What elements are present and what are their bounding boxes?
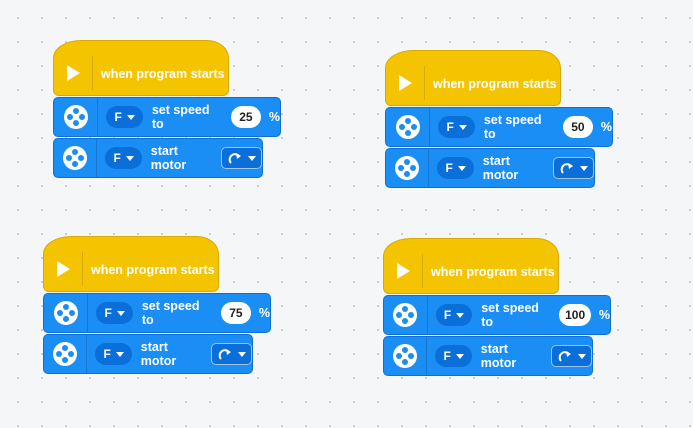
chevron-down-icon [579,165,588,171]
set-speed-block[interactable]: F set speed to 50 % [385,107,613,147]
set-speed-label: set speed to [483,113,542,141]
port-dropdown[interactable]: F [437,157,474,179]
speed-value-input[interactable]: 50 [562,116,593,138]
speed-value-input[interactable]: 25 [230,106,261,128]
motor-icon [53,342,78,366]
chevron-down-icon [126,114,135,120]
set-speed-block[interactable]: F set speed to 25 % [53,97,281,137]
play-icon [44,252,83,286]
port-dropdown[interactable]: F [106,106,143,128]
play-icon [386,66,425,100]
play-icon [384,254,423,288]
chevron-down-icon [247,155,256,161]
start-motor-block[interactable]: F start motor [43,334,253,374]
port-dropdown[interactable]: F [435,304,473,326]
port-dropdown[interactable]: F [96,302,133,324]
chevron-down-icon [115,351,124,357]
chevron-down-icon [457,165,466,171]
block-stack[interactable]: when program starts F set speed to 75 % … [43,236,283,374]
start-motor-block[interactable]: F start motor [53,138,263,178]
hat-label: when program starts [431,265,555,279]
motor-icon [63,105,88,129]
port-dropdown[interactable]: F [438,116,475,138]
chevron-down-icon [116,310,125,316]
port-dropdown[interactable]: F [95,343,132,365]
set-speed-block[interactable]: F set speed to 75 % [43,293,271,333]
direction-dropdown[interactable] [551,345,592,367]
direction-dropdown[interactable] [211,343,252,365]
motor-icon [393,344,418,368]
set-speed-label: set speed to [151,103,210,131]
motor-icon [395,115,420,139]
chevron-down-icon [125,155,134,161]
chevron-down-icon [455,353,464,359]
percent-unit: % [598,308,610,322]
port-dropdown[interactable]: F [435,345,472,367]
direction-dropdown[interactable] [553,157,594,179]
clockwise-arrow-icon [218,349,231,360]
clockwise-arrow-icon [228,153,241,164]
motor-icon [395,156,420,180]
when-program-starts-block[interactable]: when program starts [385,50,561,106]
hat-label: when program starts [91,263,215,277]
start-motor-label: start motor [150,144,187,172]
motor-icon [393,303,418,327]
set-speed-block[interactable]: F set speed to 100 % [383,295,611,335]
percent-unit: % [268,110,280,124]
percent-unit: % [600,120,612,134]
block-stack[interactable]: when program starts F set speed to 25 % … [53,40,293,178]
start-motor-label: start motor [480,342,517,370]
hat-label: when program starts [433,77,557,91]
when-program-starts-block[interactable]: when program starts [43,236,219,292]
clockwise-arrow-icon [560,163,573,174]
start-motor-label: start motor [140,340,177,368]
start-motor-block[interactable]: F start motor [383,336,593,376]
set-speed-label: set speed to [481,301,539,329]
motor-icon [53,301,78,325]
start-motor-label: start motor [482,154,519,182]
motor-icon [63,146,88,170]
block-stack[interactable]: when program starts F set speed to 50 % … [385,50,625,188]
code-canvas[interactable]: when program starts F set speed to 25 % … [0,0,693,428]
hat-label: when program starts [101,67,225,81]
start-motor-block[interactable]: F start motor [385,148,595,188]
direction-dropdown[interactable] [221,147,262,169]
chevron-down-icon [577,353,586,359]
when-program-starts-block[interactable]: when program starts [53,40,229,96]
percent-unit: % [258,306,270,320]
speed-value-input[interactable]: 75 [220,302,251,324]
play-icon [54,56,93,90]
port-dropdown[interactable]: F [105,147,142,169]
set-speed-label: set speed to [141,299,200,327]
speed-value-input[interactable]: 100 [559,304,591,326]
when-program-starts-block[interactable]: when program starts [383,238,559,294]
clockwise-arrow-icon [558,351,571,362]
chevron-down-icon [237,351,246,357]
chevron-down-icon [458,124,467,130]
chevron-down-icon [456,312,465,318]
block-stack[interactable]: when program starts F set speed to 100 %… [383,238,623,376]
